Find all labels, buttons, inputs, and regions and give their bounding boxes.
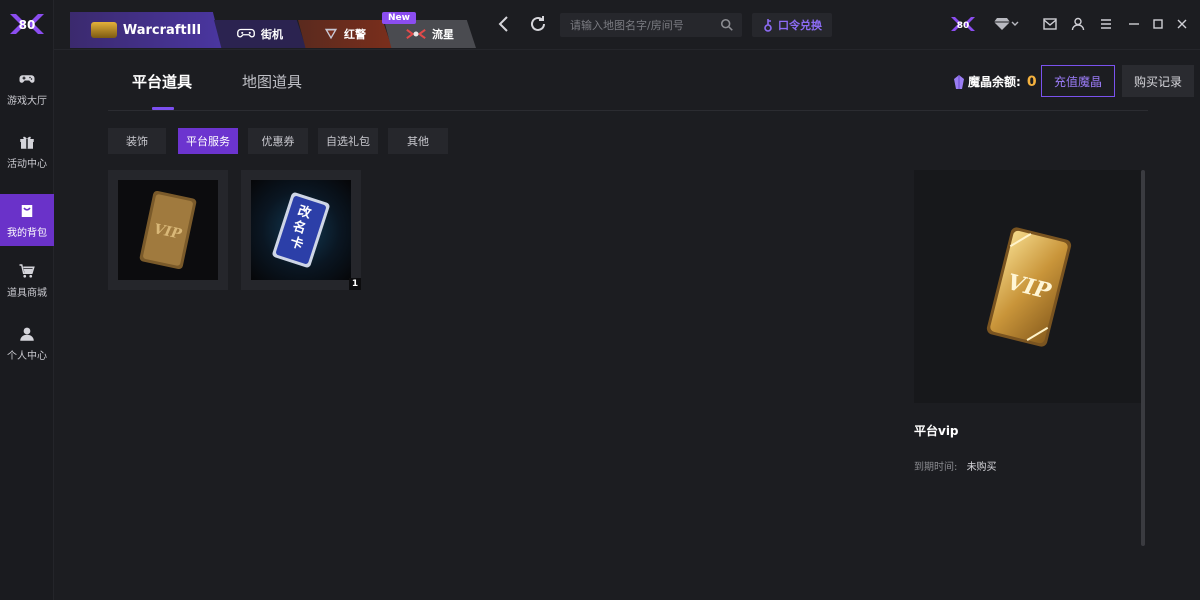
cart-icon — [19, 263, 35, 278]
menu-button[interactable] — [1096, 14, 1116, 34]
sidebar-item-label: 活动中心 — [7, 158, 47, 170]
friends-icon — [1071, 17, 1085, 31]
search-box — [560, 13, 742, 37]
close-button[interactable] — [1172, 14, 1192, 34]
app-logo[interactable]: 80 — [8, 10, 46, 38]
avatar-badge-icon: 80 — [951, 17, 975, 31]
diamond-menu[interactable] — [990, 14, 1024, 34]
sidebar-item-label: 道具商城 — [7, 287, 47, 299]
sidebar: 80 游戏大厅 活动中心 我的背包 道具商城 个人中心 — [0, 0, 54, 600]
subtab-custom-gift[interactable]: 自选礼包 — [318, 128, 378, 154]
balance-value: 0 — [1026, 73, 1037, 90]
app-window: 80 游戏大厅 活动中心 我的背包 道具商城 个人中心 WarcraftIII … — [0, 0, 1200, 600]
sidebar-item-label: 个人中心 — [7, 350, 47, 362]
crystal-balance: 魔晶余额: 0 — [954, 73, 1037, 90]
logo-text: 80 — [19, 18, 36, 32]
sidebar-item-activity[interactable]: 活动中心 — [0, 125, 54, 177]
backpack-icon — [21, 204, 33, 217]
redeem-code-button[interactable]: 口令兑换 — [752, 13, 832, 37]
item-preview: VIP — [914, 170, 1143, 403]
refresh-button[interactable] — [528, 14, 548, 34]
search-input[interactable] — [560, 13, 710, 37]
avatar-text: 80 — [957, 21, 970, 31]
new-badge: New — [382, 12, 416, 24]
subtab-decoration[interactable]: 装饰 — [108, 128, 166, 154]
item-count-badge: 1 — [349, 278, 361, 290]
tab-label: 红警 — [344, 28, 366, 41]
vip-card-large-icon: VIP — [986, 226, 1071, 347]
game-tabs: WarcraftIII 街机 红警 流星 New — [70, 12, 480, 48]
gamepad-icon — [19, 74, 35, 83]
expire-label: 到期时间: — [914, 462, 958, 473]
sidebar-item-backpack[interactable]: 我的背包 — [0, 194, 54, 246]
purchase-history-button[interactable]: 购买记录 — [1122, 65, 1194, 97]
balance-label: 魔晶余额: — [968, 75, 1021, 89]
sidebar-item-profile[interactable]: 个人中心 — [0, 317, 54, 369]
logo-icon: 80 — [10, 14, 44, 34]
tab-label: WarcraftIII — [122, 22, 202, 38]
maximize-icon — [1153, 19, 1163, 29]
chevron-left-icon — [498, 16, 508, 32]
tab-label: 流星 — [432, 28, 454, 41]
friends-button[interactable] — [1068, 14, 1088, 34]
tab-map-items[interactable]: 地图道具 — [242, 71, 302, 92]
active-tab-indicator — [152, 107, 174, 110]
recharge-button[interactable]: 充值魔晶 — [1041, 65, 1115, 97]
top-bar: WarcraftIII 街机 红警 流星 New 请输入地图名字/房间号 口令兑… — [54, 0, 1200, 50]
item-rename-card[interactable]: 改 名 卡 1 — [241, 170, 361, 290]
sidebar-item-game-hall[interactable]: 游戏大厅 — [0, 62, 54, 114]
meteor-logo-icon — [406, 29, 426, 39]
item-vip-card[interactable]: VIP — [108, 170, 228, 290]
item-category-tabs: 平台道具 地图道具 魔晶余额: 0 充值魔晶 购买记录 — [108, 51, 1194, 111]
subtab-platform-service[interactable]: 平台服务 — [178, 128, 238, 154]
profile-avatar[interactable]: 80 — [950, 14, 976, 34]
diamond-icon — [994, 18, 1010, 30]
search-icon[interactable] — [720, 18, 734, 32]
gift-icon — [20, 136, 34, 149]
item-thumbnail: 改 名 卡 — [251, 180, 351, 280]
back-button[interactable] — [494, 14, 514, 34]
vip-card-icon: VIP — [139, 190, 197, 270]
detail-scrollbar[interactable] — [1141, 170, 1145, 546]
minimize-button[interactable] — [1124, 14, 1144, 34]
backpack-panel: 平台道具 地图道具 魔晶余额: 0 充值魔晶 购买记录 装饰 平台服务 优惠券 … — [54, 51, 1200, 600]
rename-card-icon: 改 名 卡 — [272, 192, 330, 268]
tab-platform-items[interactable]: 平台道具 — [132, 71, 192, 92]
close-icon — [1177, 19, 1187, 29]
refresh-icon — [531, 16, 545, 31]
subtab-other[interactable]: 其他 — [388, 128, 448, 154]
user-icon — [20, 327, 34, 341]
sidebar-item-shop[interactable]: 道具商城 — [0, 254, 54, 306]
expire-value: 未购买 — [966, 462, 997, 473]
tab-red-alert[interactable]: 红警 — [298, 20, 392, 48]
tab-warcraft3[interactable]: WarcraftIII — [70, 12, 222, 48]
sidebar-item-label: 我的背包 — [7, 227, 47, 239]
item-name: 平台vip — [914, 424, 959, 438]
red-alert-icon — [324, 28, 338, 40]
subtab-coupon[interactable]: 优惠券 — [248, 128, 308, 154]
hamburger-icon — [1101, 19, 1111, 29]
item-expire: 到期时间: 未购买 — [914, 458, 997, 473]
tab-meteor[interactable]: 流星 — [384, 20, 476, 48]
sidebar-item-label: 游戏大厅 — [7, 95, 47, 107]
tab-label: 街机 — [261, 28, 283, 41]
key-icon — [764, 19, 772, 32]
maximize-button[interactable] — [1148, 14, 1168, 34]
gamepad-icon — [237, 28, 255, 38]
crystal-icon — [954, 74, 964, 89]
item-thumbnail: VIP — [118, 180, 218, 280]
redeem-label: 口令兑换 — [778, 19, 822, 32]
tab-arcade[interactable]: 街机 — [214, 20, 306, 48]
minimize-icon — [1129, 23, 1139, 25]
mail-button[interactable] — [1040, 14, 1060, 34]
warcraft-logo-icon — [90, 22, 117, 38]
mail-icon — [1043, 18, 1057, 30]
item-detail-panel: VIP 平台vip 到期时间: 未购买 — [914, 170, 1144, 546]
chevron-down-icon — [1011, 21, 1019, 26]
